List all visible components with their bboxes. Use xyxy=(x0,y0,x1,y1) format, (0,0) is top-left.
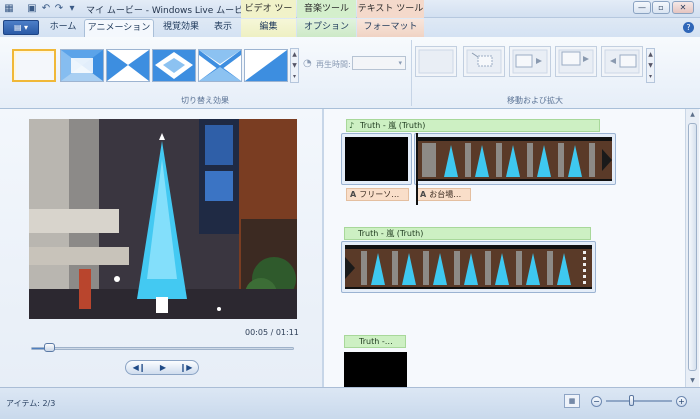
status-bar: アイテム: 2/3 ▦ − + xyxy=(0,387,700,419)
application-menu-button[interactable]: ▤ ▾ xyxy=(3,20,39,35)
video-preview[interactable] xyxy=(29,119,297,319)
preview-frame-image xyxy=(29,119,297,319)
zoom-in-button[interactable]: + xyxy=(676,396,687,407)
music-item[interactable]: Truth -… xyxy=(344,335,406,348)
transition-diagonal-box[interactable] xyxy=(60,49,104,82)
music-item-label: Truth -… xyxy=(359,337,393,346)
ribbon-tab-row: ▤ ▾ ホーム アニメーション 視覚効果 表示 編集 オプション フォーマット xyxy=(0,18,700,37)
music-item[interactable]: Truth - 嵐 (Truth) xyxy=(344,227,591,240)
duration-clock-icon: ◔ xyxy=(303,58,312,69)
scroll-up-icon[interactable]: ▲ xyxy=(686,109,699,120)
text-caption-icon: A xyxy=(350,190,357,199)
tab-home[interactable]: ホーム xyxy=(44,19,82,37)
zoom-slider-track[interactable] xyxy=(606,400,672,402)
context-group-video: ビデオ ツール xyxy=(241,0,296,32)
tab-options[interactable]: オプション xyxy=(297,19,356,37)
minimize-button[interactable]: — xyxy=(633,1,651,14)
filmstrip-image xyxy=(418,137,612,181)
zoom-out-button[interactable]: − xyxy=(591,396,602,407)
caption-item[interactable]: A フリーソ… xyxy=(346,188,409,201)
panzoom-pan-right[interactable] xyxy=(509,46,551,77)
diagonal-wipe-transition-icon xyxy=(245,50,287,81)
zoom-in-panzoom-icon xyxy=(466,49,502,74)
zoom-slider-thumb[interactable] xyxy=(629,395,635,406)
panzoom-pan-left[interactable] xyxy=(601,46,643,77)
music-item-label: Truth - 嵐 (Truth) xyxy=(358,229,424,238)
transition-diagonal-wipe[interactable] xyxy=(244,49,288,82)
seek-thumb[interactable] xyxy=(44,343,56,352)
storyboard-clip[interactable] xyxy=(341,133,412,185)
thumbnail-size-icon[interactable]: ▦ xyxy=(564,394,580,408)
movie-maker-app-icon[interactable]: ▦ xyxy=(3,3,15,15)
none-panzoom-icon xyxy=(418,49,454,74)
title-bar: ▦ ▣ ↶ ↷ ▾ マイ ムービー - Windows Live ムービー ..… xyxy=(0,0,700,32)
pan-right-panzoom-icon xyxy=(512,49,548,74)
none-transition-icon xyxy=(16,53,54,80)
transition-diamond[interactable] xyxy=(152,49,196,82)
music-item[interactable]: ♪ Truth - 嵐 (Truth) xyxy=(346,119,600,132)
tab-animations[interactable]: アニメーション xyxy=(84,19,154,37)
item-count: アイテム: 2/3 xyxy=(6,399,56,408)
transitions-group-label: 切り替え効果 xyxy=(181,96,229,105)
scroll-down-icon[interactable]: ▼ xyxy=(686,375,699,386)
ribbon-group-separator xyxy=(411,40,412,106)
tab-format[interactable]: フォーマット xyxy=(357,19,424,37)
customize-toolbar-icon[interactable]: ▾ xyxy=(66,3,78,15)
filmstrip-image xyxy=(345,245,592,289)
duration-dropdown[interactable]: ▾ xyxy=(352,56,406,70)
pan-left-panzoom-icon xyxy=(604,49,640,74)
next-frame-button[interactable]: ❙▶ xyxy=(176,362,196,374)
transition-x[interactable] xyxy=(198,49,242,82)
storyboard-clip[interactable] xyxy=(341,241,596,293)
help-icon[interactable]: ? xyxy=(683,22,694,33)
panzoom-group-label: 移動および拡大 xyxy=(507,96,563,105)
seek-bar[interactable] xyxy=(31,347,294,350)
music-note-icon: ♪ xyxy=(349,121,355,130)
window-title: マイ ムービー - Windows Live ムービー ... xyxy=(86,6,264,16)
save-icon[interactable]: ▣ xyxy=(26,3,38,15)
tab-visual-effects[interactable]: 視覚効果 xyxy=(157,19,205,37)
tab-view[interactable]: 表示 xyxy=(207,19,239,37)
scrollbar-thumb[interactable] xyxy=(688,123,697,371)
black-title-clip xyxy=(345,137,408,181)
close-button[interactable]: ✕ xyxy=(672,1,694,14)
panzoom-none[interactable] xyxy=(415,46,457,77)
play-button[interactable]: ▶ xyxy=(153,362,173,374)
video-clip-thumbnails xyxy=(418,137,612,181)
duration-label: 再生時間: xyxy=(316,60,351,69)
caption-label: お台場… xyxy=(429,190,462,199)
storyboard-scrollbar[interactable]: ▲ ▼ xyxy=(685,109,699,387)
caption-item[interactable]: A お台場… xyxy=(416,188,471,201)
transition-none[interactable] xyxy=(12,49,56,82)
redo-icon[interactable]: ↷ xyxy=(53,3,65,15)
transport-controls: ◀❙ ▶ ❙▶ xyxy=(125,360,199,375)
video-clip-thumbnails xyxy=(345,245,592,289)
tab-edit[interactable]: 編集 xyxy=(241,19,296,37)
storyboard-clip-partial[interactable] xyxy=(344,352,407,387)
bow-tie-transition-icon xyxy=(107,50,149,81)
preview-time: 00:05 / 01:11 xyxy=(245,328,299,337)
transition-bow-tie[interactable] xyxy=(106,49,150,82)
text-caption-icon: A xyxy=(420,190,427,199)
panzoom-zoom-in[interactable] xyxy=(463,46,505,77)
caption-label: フリーソ… xyxy=(359,190,400,199)
panzoom-pan-up-right[interactable] xyxy=(555,46,597,77)
playhead[interactable] xyxy=(416,133,418,205)
transition-gallery-scroll[interactable]: ▲ ▼ ▾ xyxy=(290,48,299,83)
pan-up-right-panzoom-icon xyxy=(558,49,594,74)
maximize-button[interactable]: ▫ xyxy=(652,1,670,14)
undo-icon[interactable]: ↶ xyxy=(40,3,52,15)
storyboard-clip[interactable] xyxy=(414,133,616,185)
diagonal-box-transition-icon xyxy=(61,50,103,81)
panzoom-gallery-scroll[interactable]: ▲ ▼ ▾ xyxy=(646,48,655,83)
preview-pane: 00:05 / 01:11 ◀❙ ▶ ❙▶ xyxy=(0,109,322,387)
previous-frame-button[interactable]: ◀❙ xyxy=(129,362,149,374)
context-group-text: テキスト ツール xyxy=(357,0,424,18)
music-item-label: Truth - 嵐 (Truth) xyxy=(360,121,426,130)
ribbon-panel: ▲ ▼ ▾ ◔ 再生時間: ▾ 切り替え効果 ▲ ▼ ▾ 移動および拡大 xyxy=(0,37,700,109)
x-transition-icon xyxy=(199,50,241,81)
diamond-transition-icon xyxy=(153,50,195,81)
context-group-music: 音楽ツール xyxy=(297,0,356,18)
